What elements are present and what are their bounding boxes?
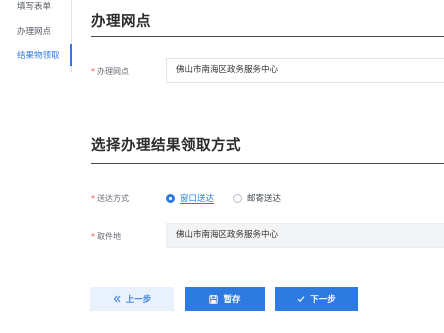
required-marker: * bbox=[91, 67, 95, 76]
pickup-section-divider bbox=[91, 163, 444, 164]
prev-step-button[interactable]: 上一步 bbox=[90, 287, 174, 311]
required-marker: * bbox=[91, 194, 95, 203]
office-field-label: * 办理网点 bbox=[91, 66, 129, 77]
next-step-button[interactable]: 下一步 bbox=[275, 287, 358, 311]
save-draft-button[interactable]: 暂存 bbox=[185, 287, 265, 311]
delivery-method-label-text: 送达方式 bbox=[97, 194, 129, 203]
save-draft-label: 暂存 bbox=[223, 295, 241, 305]
pickup-location-field: 佛山市南海区政务服务中心 bbox=[166, 223, 444, 248]
next-step-label: 下一步 bbox=[310, 295, 336, 305]
pickup-location-label-text: 取件地 bbox=[97, 232, 121, 241]
radio-unchecked-icon bbox=[233, 193, 242, 203]
radio-checked-icon bbox=[166, 193, 175, 203]
pickup-section-title: 选择办理结果领取方式 bbox=[91, 138, 241, 154]
required-marker: * bbox=[91, 232, 95, 241]
office-field-label-text: 办理网点 bbox=[97, 67, 129, 76]
radio-mail-delivery[interactable]: 邮寄送达 bbox=[233, 192, 281, 204]
office-section-divider bbox=[91, 36, 444, 37]
radio-mail-delivery-label: 邮寄送达 bbox=[247, 194, 282, 204]
radio-window-delivery-label: 窗口送达 bbox=[180, 194, 215, 204]
office-section-title: 办理网点 bbox=[91, 14, 151, 30]
page: 填写表单 办理网点 结果物领取 办理网点 * 办理网点 佛山市南海区政务服务中心 … bbox=[0, 0, 444, 333]
sidebar-nav: 填写表单 办理网点 结果物领取 bbox=[0, 0, 72, 72]
sidebar-item-office[interactable]: 办理网点 bbox=[17, 25, 51, 37]
sidebar-item-fill-form[interactable]: 填写表单 bbox=[17, 0, 51, 12]
sidebar-item-result-pickup[interactable]: 结果物领取 bbox=[17, 49, 60, 61]
radio-window-delivery[interactable]: 窗口送达 bbox=[166, 192, 214, 204]
sidebar-active-indicator bbox=[70, 44, 72, 66]
office-field[interactable]: 佛山市南海区政务服务中心 bbox=[166, 58, 444, 83]
double-chevron-left-icon bbox=[113, 295, 121, 303]
checkmark-icon bbox=[297, 295, 305, 303]
delivery-method-label: * 送达方式 bbox=[91, 193, 129, 204]
save-icon bbox=[209, 294, 219, 304]
pickup-location-label: * 取件地 bbox=[91, 231, 121, 242]
prev-step-label: 上一步 bbox=[125, 295, 152, 305]
